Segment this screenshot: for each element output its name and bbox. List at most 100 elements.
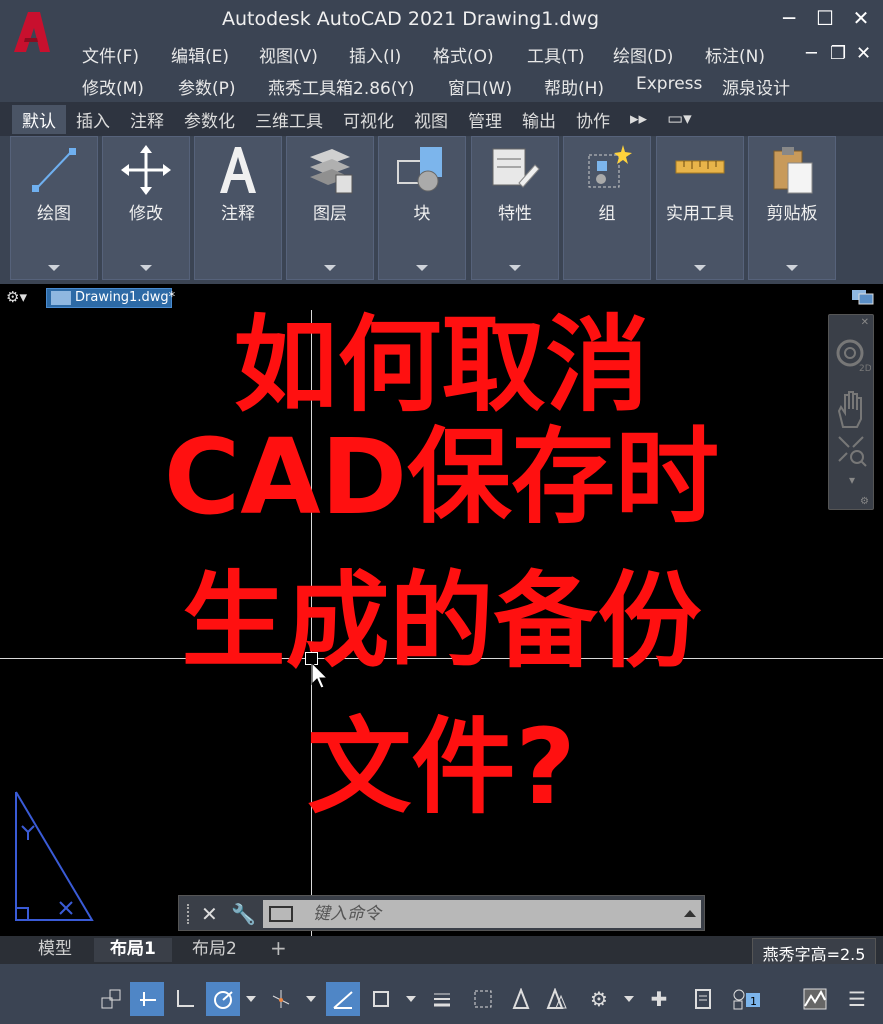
wrench-icon[interactable]: 🔧 [231, 902, 256, 926]
annotation-visibility-icon[interactable] [504, 982, 538, 1016]
panel-group[interactable]: 组 [563, 136, 651, 280]
tab-manage[interactable]: 管理 [458, 105, 512, 134]
tab-visualize[interactable]: 可视化 [333, 105, 404, 134]
menu-insert[interactable]: 插入(I) [349, 42, 433, 70]
chevron-down-icon[interactable] [306, 996, 316, 1002]
tab-layout1[interactable]: 布局1 [94, 938, 172, 962]
menu-bar-row-2: 修改(M) 参数(P) 燕秀工具箱2.86(Y) 窗口(W) 帮助(H) Exp… [82, 74, 812, 102]
plus-icon[interactable]: ✚ [642, 982, 676, 1016]
panel-properties[interactable]: 特性 [471, 136, 559, 280]
menu-dimension[interactable]: 标注(N) [705, 42, 775, 70]
overlay-title-line-3: 生成的备份 [181, 560, 702, 682]
text-a-icon [220, 147, 256, 193]
more-tabs-icon[interactable]: ▸▸ [620, 107, 657, 131]
block-insert-icon [397, 147, 442, 192]
group-icon [588, 145, 632, 188]
tab-parametric[interactable]: 参数化 [174, 105, 245, 134]
panel-clipboard-label: 剪贴板 [766, 204, 818, 224]
tab-layout2[interactable]: 布局2 [176, 938, 253, 962]
panel-layers-label: 图层 [313, 204, 347, 224]
ribbon-tab-bar: 默认 插入 注释 参数化 三维工具 可视化 视图 管理 输出 协作 ▸▸ ▭▾ [0, 102, 883, 136]
menu-format[interactable]: 格式(O) [433, 42, 527, 70]
ortho-mode-icon[interactable] [168, 982, 202, 1016]
command-input[interactable] [263, 900, 701, 928]
title-bar: Autodesk AutoCAD 2021 Drawing1.dwg ─ ☐ ✕… [0, 0, 883, 102]
tab-model[interactable]: 模型 [22, 938, 88, 962]
gear-icon[interactable]: ⚙ [582, 982, 616, 1016]
panel-modify-label: 修改 [129, 204, 163, 224]
chevron-down-icon[interactable] [509, 265, 521, 271]
close-icon[interactable]: ✕ [201, 902, 218, 926]
properties-icon [492, 148, 540, 188]
chevron-down-icon[interactable] [246, 996, 256, 1002]
layers-icon [310, 149, 353, 194]
close-button[interactable]: ✕ [846, 6, 876, 30]
chevron-down-icon[interactable] [786, 265, 798, 271]
object-snap-icon[interactable] [364, 982, 398, 1016]
doc-close-button[interactable]: ✕ [856, 43, 871, 64]
autocad-logo-icon[interactable] [10, 8, 54, 56]
panel-layers[interactable]: 图层 [286, 136, 374, 280]
doc-restore-button[interactable]: ❐ [830, 43, 846, 64]
object-snap-tracking-icon[interactable] [326, 982, 360, 1016]
chevron-down-icon[interactable] [324, 265, 336, 271]
tab-annotate[interactable]: 注释 [120, 105, 174, 134]
layout-tab-bar: 模型 布局1 布局2 + [0, 936, 883, 964]
menu-tools[interactable]: 工具(T) [527, 42, 613, 70]
doc-minimize-button[interactable]: ─ [806, 43, 817, 64]
menu-draw[interactable]: 绘图(D) [613, 42, 705, 70]
command-line-grip[interactable] [187, 904, 189, 924]
lineweight-icon[interactable] [424, 982, 458, 1016]
panel-annotate[interactable]: 注释 [194, 136, 282, 280]
tab-insert[interactable]: 插入 [66, 105, 120, 134]
grid-snap-icon[interactable] [94, 982, 128, 1016]
ribbon-minimize-icon[interactable]: ▭▾ [657, 107, 702, 131]
panel-utilities[interactable]: 实用工具 [656, 136, 744, 280]
chevron-down-icon[interactable] [416, 265, 428, 271]
grid-display-icon[interactable] [130, 982, 164, 1016]
panel-utilities-label: 实用工具 [666, 204, 734, 224]
chevron-down-icon[interactable] [406, 996, 416, 1002]
polar-tracking-icon[interactable] [206, 982, 240, 1016]
tab-collaborate[interactable]: 协作 [566, 105, 620, 134]
menu-yuanquan-design[interactable]: 源泉设计 [722, 74, 812, 102]
tab-3d-tools[interactable]: 三维工具 [245, 105, 333, 134]
minimize-button[interactable]: ─ [774, 6, 804, 30]
graphics-performance-icon[interactable] [798, 982, 832, 1016]
overlay-title-line-4: 文件? [307, 706, 576, 828]
chevron-down-icon[interactable] [624, 996, 634, 1002]
chevron-down-icon[interactable] [694, 265, 706, 271]
panel-draw[interactable]: 绘图 [10, 136, 98, 280]
svg-text:1: 1 [750, 995, 757, 1008]
chevron-down-icon[interactable] [140, 265, 152, 271]
menu-express[interactable]: Express [636, 74, 722, 102]
add-layout-button[interactable]: + [270, 936, 287, 960]
maximize-button[interactable]: ☐ [810, 6, 840, 30]
menu-edit[interactable]: 编辑(E) [171, 42, 259, 70]
panel-clipboard[interactable]: 剪贴板 [748, 136, 836, 280]
tab-view[interactable]: 视图 [404, 105, 458, 134]
tab-output[interactable]: 输出 [512, 105, 566, 134]
menu-help[interactable]: 帮助(H) [544, 74, 636, 102]
menu-file[interactable]: 文件(F) [82, 42, 171, 70]
menu-yanxiu-toolbox[interactable]: 燕秀工具箱2.86(Y) [268, 74, 448, 102]
drawing-canvas[interactable]: ✕ 2D ▾ ⚙ 如何取消 CAD保存时 生成的备份 文件? ✕ 🔧 键入命令 [0, 304, 883, 936]
overlay-title-line-2: CAD保存时 [163, 416, 720, 538]
annotation-scale-icon[interactable] [540, 982, 574, 1016]
selection-cycling-icon[interactable] [466, 982, 500, 1016]
panel-block[interactable]: 块 [378, 136, 466, 280]
menu-window[interactable]: 窗口(W) [448, 74, 544, 102]
chevron-down-icon[interactable] [48, 265, 60, 271]
chevron-up-icon[interactable] [684, 910, 696, 917]
customization-menu-icon[interactable]: ☰ [840, 982, 874, 1016]
status-bar: ⚙ ✚ 1 ☰ [0, 964, 883, 1024]
menu-view[interactable]: 视图(V) [259, 42, 349, 70]
panel-modify[interactable]: 修改 [102, 136, 190, 280]
tab-default[interactable]: 默认 [12, 104, 66, 134]
menu-parametric[interactable]: 参数(P) [178, 74, 268, 102]
command-prompt-icon[interactable] [269, 906, 293, 922]
menu-modify[interactable]: 修改(M) [82, 74, 178, 102]
isometric-drafting-icon[interactable] [264, 982, 298, 1016]
isolate-objects-icon[interactable]: 1 [730, 982, 764, 1016]
properties-panel-icon[interactable] [686, 982, 720, 1016]
